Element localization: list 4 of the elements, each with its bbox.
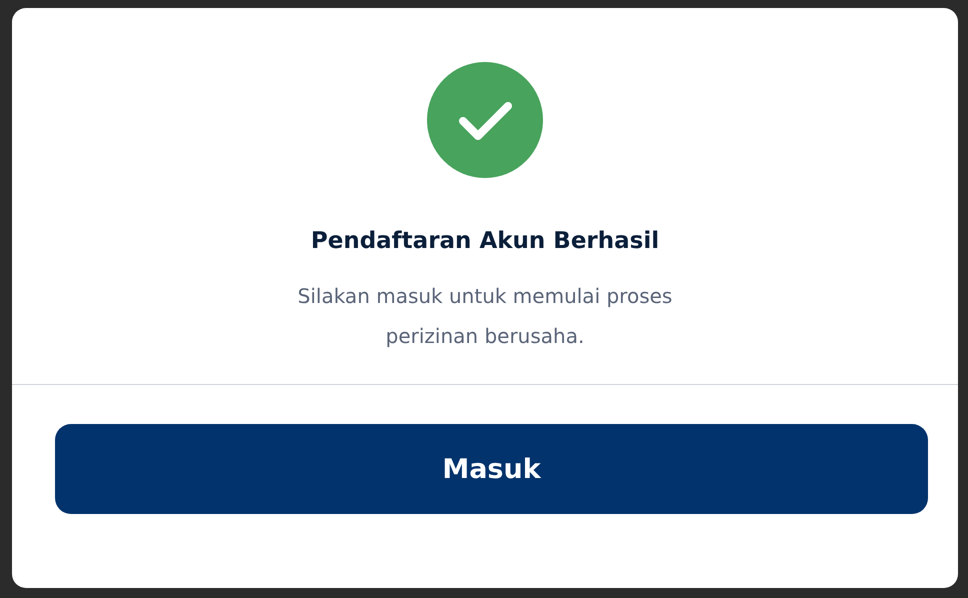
dialog-title: Pendaftaran Akun Berhasil [310, 228, 660, 254]
check-icon [427, 62, 543, 178]
login-button[interactable]: Masuk [55, 424, 928, 514]
dialog-message: Silakan masuk untuk memulai proses perizinan berusaha. [296, 283, 674, 350]
